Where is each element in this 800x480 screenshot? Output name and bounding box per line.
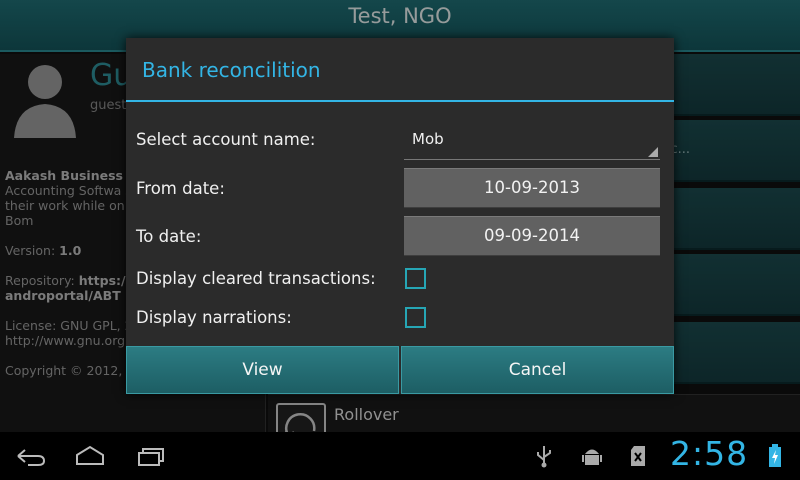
to-date-button[interactable]: 09-09-2014 bbox=[404, 216, 660, 256]
status-clock: 2:58 bbox=[670, 434, 749, 473]
account-value: Mob bbox=[412, 130, 444, 148]
recent-apps-icon[interactable] bbox=[136, 444, 166, 468]
account-spinner[interactable]: Mob bbox=[404, 118, 660, 160]
bank-reconciliation-dialog: Bank reconcilition Select account name: … bbox=[126, 38, 674, 394]
account-label: Select account name: bbox=[136, 130, 316, 149]
narrations-checkbox[interactable] bbox=[405, 307, 426, 328]
battery-charging-icon bbox=[769, 444, 781, 467]
dialog-divider bbox=[126, 100, 674, 102]
from-date-button[interactable]: 10-09-2013 bbox=[404, 168, 660, 208]
dropdown-arrow-icon bbox=[648, 147, 658, 157]
android-debug-icon bbox=[582, 449, 602, 465]
cleared-transactions-label: Display cleared transactions: bbox=[136, 269, 376, 288]
home-icon[interactable] bbox=[74, 444, 106, 468]
sd-card-icon bbox=[631, 446, 645, 466]
to-date-label: To date: bbox=[136, 227, 202, 246]
from-date-label: From date: bbox=[136, 179, 225, 198]
usb-icon bbox=[537, 446, 551, 468]
system-navigation-bar: 2:58 bbox=[0, 432, 800, 480]
dialog-title: Bank reconcilition bbox=[142, 58, 321, 82]
cancel-button[interactable]: Cancel bbox=[401, 346, 674, 394]
narrations-label: Display narrations: bbox=[136, 308, 292, 327]
view-button[interactable]: View bbox=[126, 346, 399, 394]
back-icon[interactable] bbox=[14, 444, 48, 468]
cleared-transactions-checkbox[interactable] bbox=[405, 268, 426, 289]
